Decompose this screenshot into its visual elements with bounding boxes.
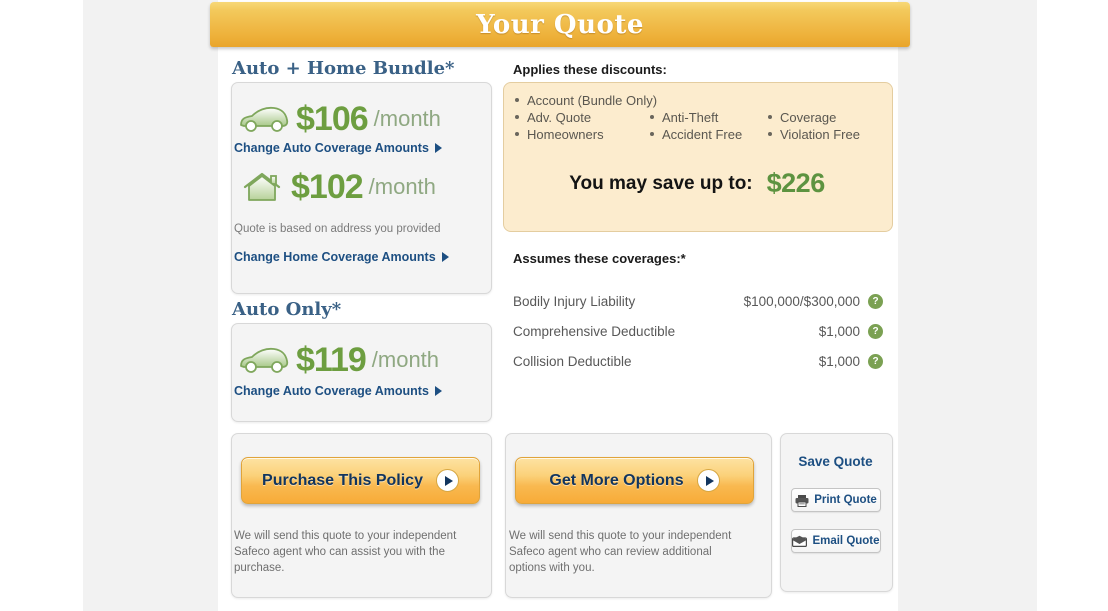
bundle-home-price: $102 /month [241, 170, 436, 204]
print-quote-label: Print Quote [814, 494, 877, 506]
bullet-icon [650, 132, 654, 136]
car-icon [240, 106, 289, 132]
change-auto-coverage-label: Change Auto Coverage Amounts [234, 141, 429, 155]
coverage-value: $100,000/$300,000 [743, 293, 860, 309]
bundle-auto-amount: $106 [296, 100, 369, 138]
auto-only-price: $119 /month [238, 343, 439, 377]
bullet-icon [515, 132, 519, 136]
discount-label: Violation Free [780, 127, 860, 142]
bundle-home-period: /month [368, 174, 436, 199]
house-icon [243, 172, 281, 201]
options-button-label: Get More Options [549, 471, 684, 489]
purchase-this-policy-button[interactable]: Purchase This Policy [241, 457, 480, 504]
discount-label: Anti-Theft [662, 110, 719, 125]
change-auto-coverage-link-autoonly[interactable]: Change Auto Coverage Amounts [234, 384, 442, 398]
list-item: Violation Free [768, 127, 885, 142]
bundle-home-note: Quote is based on address you provided [234, 223, 441, 235]
help-icon[interactable]: ? [868, 353, 883, 369]
bundle-home-amount: $102 [291, 168, 364, 206]
save-quote-title: Save Quote [798, 454, 873, 469]
list-item: Account (Bundle Only) [515, 93, 885, 108]
get-more-options-button[interactable]: Get More Options [515, 457, 754, 504]
change-auto-coverage-label: Change Auto Coverage Amounts [234, 384, 429, 398]
discount-label: Homeowners [527, 127, 604, 142]
list-item: Anti-Theft [650, 110, 768, 125]
savings-summary: You may save up to: $226 [503, 168, 891, 199]
coverage-name: Collision Deductible [513, 353, 632, 369]
bullet-icon [515, 115, 519, 119]
auto-only-section-title: Auto Only* [232, 299, 342, 320]
table-row: Bodily Injury Liability $100,000/$300,00… [513, 286, 883, 316]
bullet-icon [650, 115, 654, 119]
change-auto-coverage-link-bundle[interactable]: Change Auto Coverage Amounts [234, 141, 442, 155]
options-note: We will send this quote to your independ… [509, 530, 732, 574]
discounts-label: Applies these discounts: [513, 62, 667, 77]
change-home-coverage-label: Change Home Coverage Amounts [234, 250, 436, 264]
coverages-table: Bodily Injury Liability $100,000/$300,00… [513, 286, 883, 376]
change-home-coverage-link[interactable]: Change Home Coverage Amounts [234, 250, 449, 264]
savings-amount: $226 [766, 168, 826, 198]
arrow-right-icon [435, 469, 459, 492]
coverages-label: Assumes these coverages:* [513, 251, 686, 266]
list-item: Homeowners [515, 127, 650, 142]
bullet-icon [768, 132, 772, 136]
bundle-auto-price: $106 /month [238, 102, 441, 136]
list-item: Adv. Quote [515, 110, 650, 125]
auto-only-amount: $119 [296, 341, 367, 379]
table-row: Comprehensive Deductible $1,000 ? [513, 316, 883, 346]
coverage-name: Bodily Injury Liability [513, 293, 636, 309]
email-quote-label: Email Quote [812, 535, 880, 547]
print-quote-button[interactable]: Print Quote [791, 488, 881, 512]
bullet-icon [768, 115, 772, 119]
list-item: Coverage [768, 110, 885, 125]
quote-page: Your Quote Auto + Home Bundle* $106 /mon… [0, 0, 1108, 611]
bullet-icon [515, 98, 519, 102]
chevron-right-icon [441, 252, 449, 262]
bundle-auto-period: /month [373, 106, 441, 131]
discount-label: Adv. Quote [527, 110, 592, 125]
purchase-button-label: Purchase This Policy [262, 471, 423, 489]
envelope-icon [792, 535, 808, 547]
coverage-value: $1,000 [818, 353, 860, 369]
discount-label: Account (Bundle Only) [527, 93, 658, 108]
table-row: Collision Deductible $1,000 ? [513, 346, 883, 376]
email-quote-button[interactable]: Email Quote [791, 529, 881, 553]
chevron-right-icon [434, 143, 442, 153]
page-title: Your Quote [476, 9, 644, 40]
chevron-right-icon [434, 386, 442, 396]
printer-icon [795, 494, 809, 507]
list-item: Accident Free [650, 127, 768, 142]
help-icon[interactable]: ? [868, 293, 883, 309]
coverage-name: Comprehensive Deductible [513, 323, 676, 339]
bundle-section-title: Auto + Home Bundle* [232, 58, 455, 79]
page-header: Your Quote [210, 2, 910, 47]
auto-only-period: /month [371, 347, 440, 372]
discount-label: Coverage [780, 110, 837, 125]
help-icon[interactable]: ? [868, 323, 883, 339]
discounts-list: Account (Bundle Only) Adv. Quote Anti-Th… [515, 93, 885, 142]
purchase-note: We will send this quote to your independ… [234, 530, 457, 574]
discount-label: Accident Free [662, 127, 743, 142]
car-icon [240, 347, 289, 373]
coverage-value: $1,000 [818, 323, 860, 339]
arrow-right-icon [696, 469, 720, 492]
savings-label: You may save up to: [569, 172, 753, 194]
